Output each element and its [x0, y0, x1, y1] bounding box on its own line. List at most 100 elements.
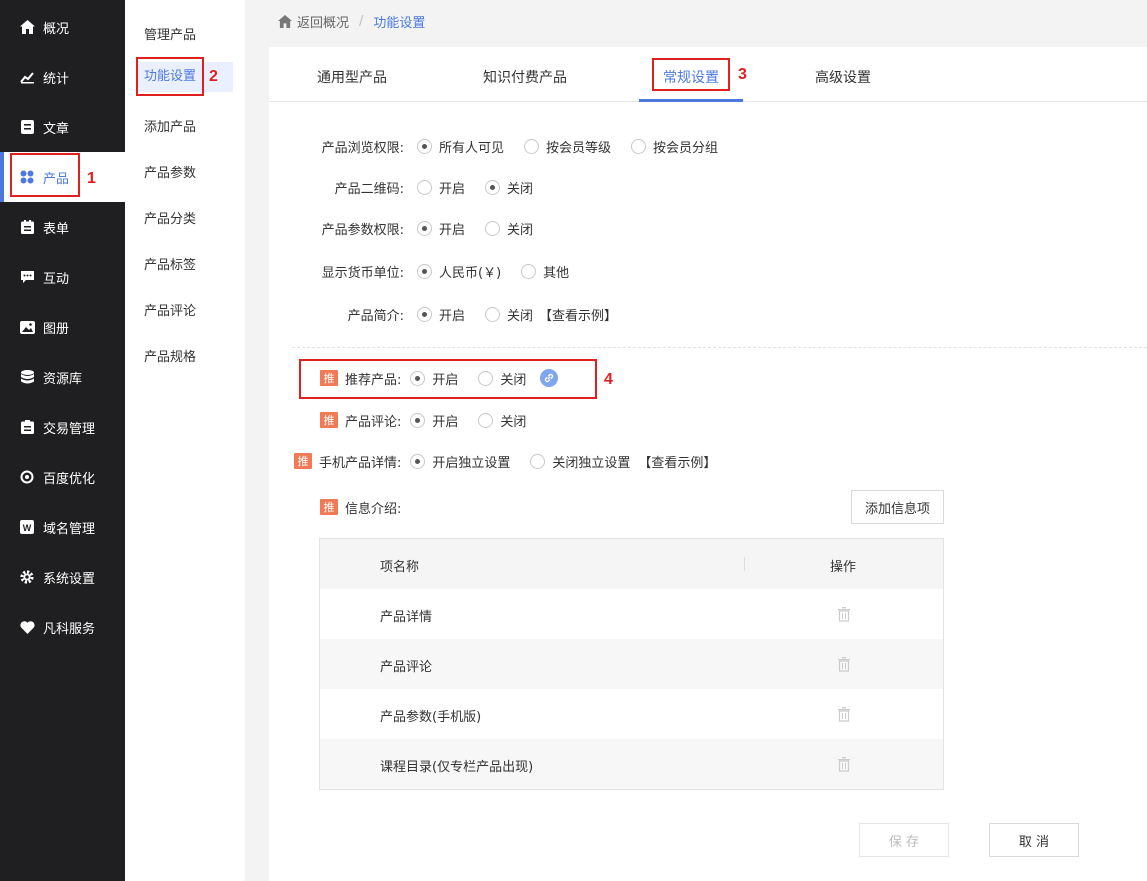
nav-label: 域名管理 — [43, 521, 96, 537]
nav-label: 统计 — [43, 71, 70, 87]
nav-item-resources[interactable]: 资源库 — [0, 352, 125, 402]
subnav-product-reviews[interactable]: 产品评论 — [144, 300, 196, 319]
radio-browse-group[interactable]: 按会员分组 — [631, 137, 718, 156]
radio-dot — [410, 370, 426, 386]
setting-currency: 显示货币单位: 人民币(￥) 其他 — [318, 262, 589, 281]
nav-item-interaction[interactable]: 互动 — [0, 252, 125, 302]
view-example-link[interactable]: 【查看示例】 — [638, 452, 716, 471]
tab-advanced-settings[interactable]: 高级设置 — [815, 67, 871, 87]
nav-item-stats[interactable]: 统计 — [0, 52, 125, 102]
radio-label: 开启 — [439, 308, 466, 324]
radio-dot — [417, 220, 432, 236]
row-name: 产品详情 — [380, 610, 433, 625]
row-name: 产品参数(手机版) — [380, 710, 482, 725]
nav-item-trade[interactable]: 交易管理 — [0, 402, 125, 452]
nav-item-overview[interactable]: 概况 — [0, 2, 125, 52]
clipboard-icon — [19, 419, 35, 435]
setting-mobile-detail: 推 手机产品详情: 开启独立设置 关闭独立设置 【查看示例】 — [294, 452, 716, 471]
annotation-number-4: 4 — [604, 371, 613, 388]
radio-label: 按会员等级 — [546, 140, 612, 156]
row-name: 产品评论 — [380, 660, 433, 675]
view-example-link[interactable]: 【查看示例】 — [539, 305, 617, 324]
radio-label: 关闭独立设置 — [552, 455, 631, 471]
product-grid-icon — [19, 169, 35, 185]
seo-icon — [19, 469, 35, 485]
nav-label: 概况 — [43, 21, 70, 37]
recommend-badge: 推 — [320, 370, 338, 386]
nav-item-article[interactable]: 文章 — [0, 102, 125, 152]
trash-icon[interactable] — [836, 706, 852, 722]
home-icon — [19, 19, 35, 35]
subnav-product-specs[interactable]: 产品规格 — [144, 346, 196, 365]
subnav-product-category[interactable]: 产品分类 — [144, 208, 196, 227]
setting-label: 推荐产品: — [345, 372, 402, 388]
subnav-product-tags[interactable]: 产品标签 — [144, 254, 196, 273]
radio-currency-other[interactable]: 其他 — [521, 262, 569, 281]
radio-intro-on[interactable]: 开启 — [417, 305, 465, 324]
radio-mobile-independent-on[interactable]: 开启独立设置 — [410, 452, 510, 471]
radio-browse-all[interactable]: 所有人可见 — [417, 137, 504, 156]
nav-label: 百度优化 — [43, 471, 96, 487]
subnav-add-product[interactable]: 添加产品 — [144, 116, 196, 135]
setting-label: 产品评论: — [345, 414, 402, 430]
recommend-badge: 推 — [320, 412, 338, 428]
radio-param-on[interactable]: 开启 — [417, 219, 465, 238]
radio-qrcode-off[interactable]: 关闭 — [485, 178, 533, 197]
radio-mobile-independent-off[interactable]: 关闭独立设置 — [530, 452, 630, 471]
setting-intro: 产品简介: 开启 关闭 【查看示例】 — [318, 305, 617, 324]
add-info-item-button[interactable]: 添加信息项 — [851, 490, 944, 524]
radio-dot — [417, 179, 432, 195]
radio-dot — [478, 412, 494, 428]
save-button[interactable]: 保 存 — [859, 823, 949, 857]
radio-currency-rmb[interactable]: 人民币(￥) — [417, 262, 501, 281]
radio-dot — [485, 179, 501, 195]
radio-label: 开启独立设置 — [432, 455, 511, 471]
recommend-badge: 推 — [320, 499, 338, 515]
radio-dot — [417, 138, 432, 154]
subnav-manage-product[interactable]: 管理产品 — [144, 24, 196, 43]
subnav-function-settings[interactable]: 功能设置 — [137, 62, 233, 92]
trash-icon[interactable] — [836, 656, 852, 672]
radio-label: 关闭 — [507, 308, 534, 324]
nav-item-seo[interactable]: 百度优化 — [0, 452, 125, 502]
radio-label: 关闭 — [500, 414, 527, 430]
trash-icon[interactable] — [836, 606, 852, 622]
nav-label: 资源库 — [43, 371, 83, 387]
radio-recommend-off[interactable]: 关闭 — [478, 369, 526, 388]
nav-item-domain[interactable]: W 域名管理 — [0, 502, 125, 552]
setting-browse-permission: 产品浏览权限: 所有人可见 按会员等级 按会员分组 — [318, 137, 738, 156]
link-icon[interactable] — [540, 369, 559, 387]
tab-general-product[interactable]: 通用型产品 — [317, 67, 387, 87]
nav-item-settings[interactable]: 系统设置 — [0, 552, 125, 602]
radio-dot — [631, 138, 647, 154]
nav-item-product[interactable]: 产品 — [0, 152, 125, 202]
nav-label: 交易管理 — [43, 421, 96, 437]
table-row: 课程目录(仅专栏产品出现) — [320, 739, 943, 789]
radio-review-off[interactable]: 关闭 — [478, 411, 526, 430]
chat-icon — [19, 269, 35, 285]
tab-regular-settings[interactable]: 常规设置 — [663, 67, 719, 87]
nav-item-gallery[interactable]: 图册 — [0, 302, 125, 352]
setting-review: 推 产品评论: 开启 关闭 — [320, 411, 546, 430]
subnav-product-params[interactable]: 产品参数 — [144, 162, 196, 181]
radio-label: 开启 — [432, 414, 459, 430]
nav-label: 凡科服务 — [43, 621, 96, 637]
setting-recommend: 推 推荐产品: 开启 关闭 — [320, 369, 559, 388]
radio-browse-level[interactable]: 按会员等级 — [524, 137, 611, 156]
setting-label: 产品浏览权限: — [321, 140, 404, 156]
main-nav: 概况 统计 文章 产品 表单 互动 图册 资源库 交易管理 百度优化 W 域名管… — [0, 0, 125, 881]
breadcrumb-back-link[interactable]: 返回概况 — [297, 12, 349, 31]
radio-review-on[interactable]: 开启 — [410, 411, 458, 430]
nav-item-service[interactable]: 凡科服务 — [0, 602, 125, 652]
radio-label: 开启 — [439, 222, 466, 238]
radio-param-off[interactable]: 关闭 — [485, 219, 533, 238]
tab-knowledge-product[interactable]: 知识付费产品 — [483, 67, 567, 87]
cancel-button[interactable]: 取 消 — [989, 823, 1079, 857]
radio-recommend-on[interactable]: 开启 — [410, 369, 458, 388]
radio-intro-off[interactable]: 关闭 — [485, 305, 533, 324]
trash-icon[interactable] — [836, 756, 852, 772]
radio-dot — [410, 412, 426, 428]
radio-qrcode-on[interactable]: 开启 — [417, 178, 465, 197]
active-tab-indicator — [639, 99, 743, 102]
nav-item-form[interactable]: 表单 — [0, 202, 125, 252]
